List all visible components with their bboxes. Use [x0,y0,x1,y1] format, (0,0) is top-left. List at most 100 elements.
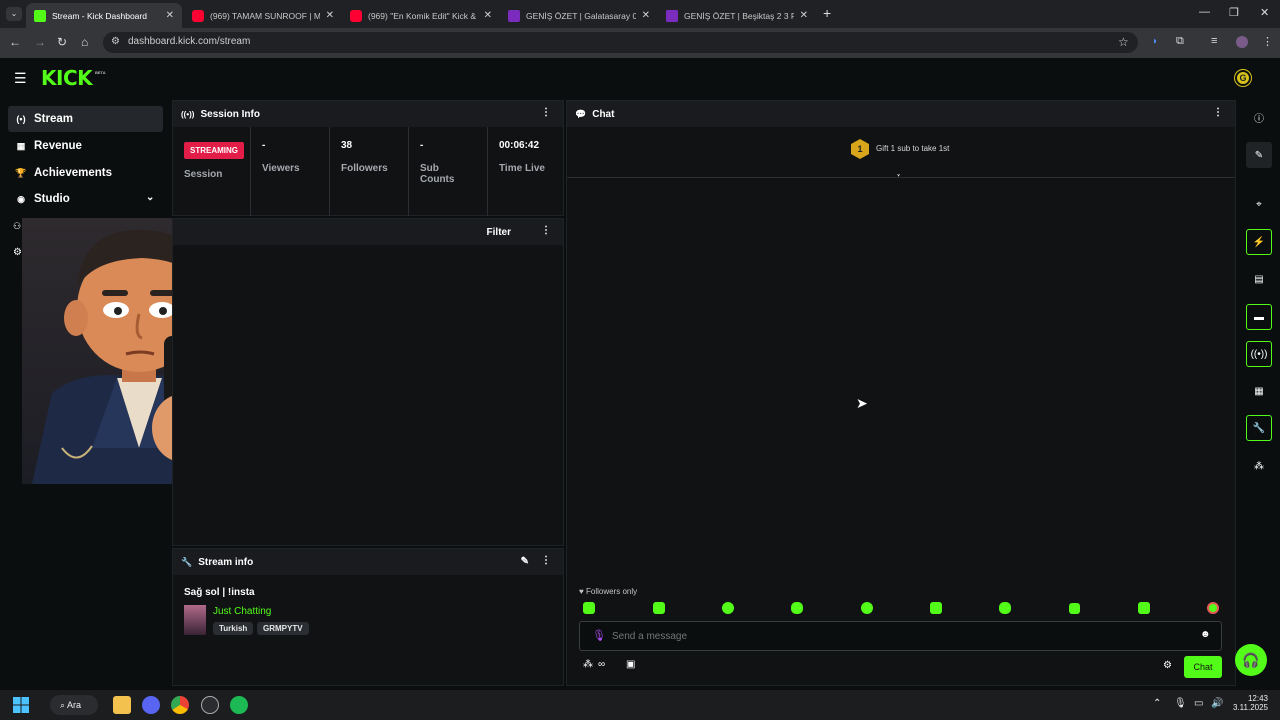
kebab-menu-icon[interactable]: ⋮ [541,226,551,236]
share-icon[interactable]: ⁂ [583,659,593,670]
browser-menu-icon[interactable]: ⋮ [1262,35,1273,48]
extension-icon[interactable]: ◗ [1152,36,1158,47]
home-icon[interactable]: ⌂ [81,35,88,49]
settings-icon[interactable]: ⚙ [13,247,22,258]
spotify-icon[interactable] [230,696,248,714]
filter-button[interactable]: Filter [487,227,511,238]
edit-icon[interactable]: ✎ [521,556,529,567]
chevron-down-icon[interactable]: ⌄ [146,192,154,203]
tray-clock[interactable]: 12:43 3.11.2025 [1232,694,1268,712]
stream-info-header: 🔧 Stream info ✎ ⋮ [173,549,563,575]
emote[interactable] [653,602,665,614]
kebab-menu-icon[interactable]: ⋮ [1213,108,1223,118]
broadcast-icon[interactable]: ((•)) [1246,341,1272,367]
user-avatar[interactable]: G [1235,70,1251,86]
info-icon[interactable]: ⓘ [1246,104,1272,130]
taskbar-search[interactable]: ⌕ Ara [50,695,98,715]
browser-profile-icon[interactable] [1236,36,1248,48]
app-header [0,58,1280,98]
reload-icon[interactable]: ↻ [57,35,67,49]
browser-tab[interactable]: GENİŞ ÖZET | Galatasaray 0 0 Tr ✕ [500,3,658,28]
category-link[interactable]: Just Chatting [213,606,271,617]
tray-chevron-up-icon[interactable]: ⌃ [1153,698,1161,709]
support-chat-button[interactable]: 🎧 [1235,644,1267,676]
chrome-icon[interactable] [171,696,189,714]
microphone-icon[interactable]: 🎙 [592,629,606,642]
studio-icon: ◉ [17,193,25,204]
tag-chip[interactable]: Turkish [213,622,254,635]
close-tab-icon[interactable]: ✕ [326,10,334,21]
scan-icon[interactable]: ⌖ [1246,191,1272,217]
youtube-favicon-icon [350,9,362,22]
chat-input-box[interactable]: 🎙 ☻ [579,621,1222,651]
hamburger-menu-icon[interactable]: ☰ [14,70,27,87]
forward-icon[interactable]: → [34,35,46,49]
file-explorer-icon[interactable] [113,696,131,714]
activity-feed-panel: Filter ⋮ [172,218,564,546]
chat-message-input[interactable] [612,627,1182,645]
emoji-picker-icon[interactable]: ☻ [1200,629,1211,640]
chat-header: 💬 Chat ⋮ [567,101,1235,127]
users-icon[interactable]: ⚇ [13,221,21,232]
browser-tab[interactable]: Stream - Kick Dashboard ✕ [26,3,182,28]
chat-bubble-icon[interactable]: ▬ [1246,304,1272,330]
send-chat-button[interactable]: Chat [1184,656,1222,678]
tray-microphone-icon[interactable]: 🎙 [1174,698,1187,709]
edit-icon[interactable]: ✎ [1246,142,1272,168]
kebab-menu-icon[interactable]: ⋮ [541,556,551,566]
emote[interactable] [930,602,942,614]
close-tab-icon[interactable]: ✕ [800,10,808,21]
obs-icon[interactable] [201,696,219,714]
tab-search-button[interactable]: ⌄ [6,7,22,21]
windows-start-icon[interactable] [12,696,30,714]
stat-value: 38 [341,140,353,151]
notes-icon[interactable]: ▤ [1246,266,1272,292]
close-tab-icon[interactable]: ✕ [166,10,174,21]
address-bar[interactable] [103,32,1138,53]
layout-icon[interactable]: ▦ [1246,378,1272,404]
sidebar-item-revenue[interactable]: ▦ Revenue [8,133,163,159]
media-controls-icon[interactable]: ≡ [1211,35,1217,47]
emote[interactable] [1138,602,1150,614]
search-icon: ⌕ [60,700,68,710]
emote[interactable] [861,602,873,614]
minimize-icon[interactable]: — [1199,6,1210,18]
close-tab-icon[interactable]: ✕ [484,10,492,21]
tag-chip[interactable]: GRMPYTV [257,622,309,635]
browser-tab[interactable]: GENİŞ ÖZET | Beşiktaş 2 3 Fene ✕ [658,3,816,28]
browser-tab[interactable]: (969) "En Komik Edit" Kick & Tv ✕ [342,3,500,28]
extensions-puzzle-icon[interactable]: ⧉ [1176,35,1184,48]
browser-tab[interactable]: (969) TAMAM SUNROOF | Mad ✕ [184,3,342,28]
stat-label: Sub Counts [420,163,455,185]
window-close-icon[interactable]: ✕ [1260,6,1269,19]
emote[interactable] [1069,603,1080,614]
lightning-icon[interactable]: ⚡ [1246,229,1272,255]
new-tab-button[interactable]: + [823,5,831,21]
tray-network-icon[interactable]: ▭ [1194,698,1203,709]
gift-leaderboard-text[interactable]: Gift 1 sub to take 1st [876,144,949,153]
back-icon[interactable]: ← [9,35,21,49]
bookmark-star-icon[interactable]: ☆ [1118,35,1129,49]
trophy-icon: 🏆 [15,167,27,178]
emote[interactable] [999,602,1011,614]
infinity-icon[interactable]: ∞ [598,659,605,670]
discord-icon[interactable] [142,696,160,714]
emote[interactable] [791,602,803,614]
emote[interactable] [583,602,595,614]
sidebar-item-stream[interactable]: (•) Stream [8,106,163,132]
sidebar-item-achievements[interactable]: 🏆 Achievements [8,160,163,186]
tray-volume-icon[interactable]: 🔊 [1211,698,1223,709]
wrench-icon[interactable]: 🔧 [1246,415,1272,441]
site-info-icon[interactable]: ⚙ [111,36,120,47]
tab-title: (969) TAMAM SUNROOF | Mad [210,10,320,21]
emote[interactable] [1207,602,1219,614]
store-icon[interactable]: ▣ [626,659,635,670]
close-tab-icon[interactable]: ✕ [642,10,650,21]
share-icon[interactable]: ⁂ [1246,453,1272,479]
kick-logo[interactable]: KICK [41,66,93,90]
kebab-menu-icon[interactable]: ⋮ [541,108,551,118]
restore-icon[interactable]: ❐ [1229,6,1239,19]
chat-settings-icon[interactable]: ⚙ [1163,660,1172,671]
sidebar-item-studio[interactable]: ◉ Studio ⌄ [8,186,163,212]
emote[interactable] [722,602,734,614]
